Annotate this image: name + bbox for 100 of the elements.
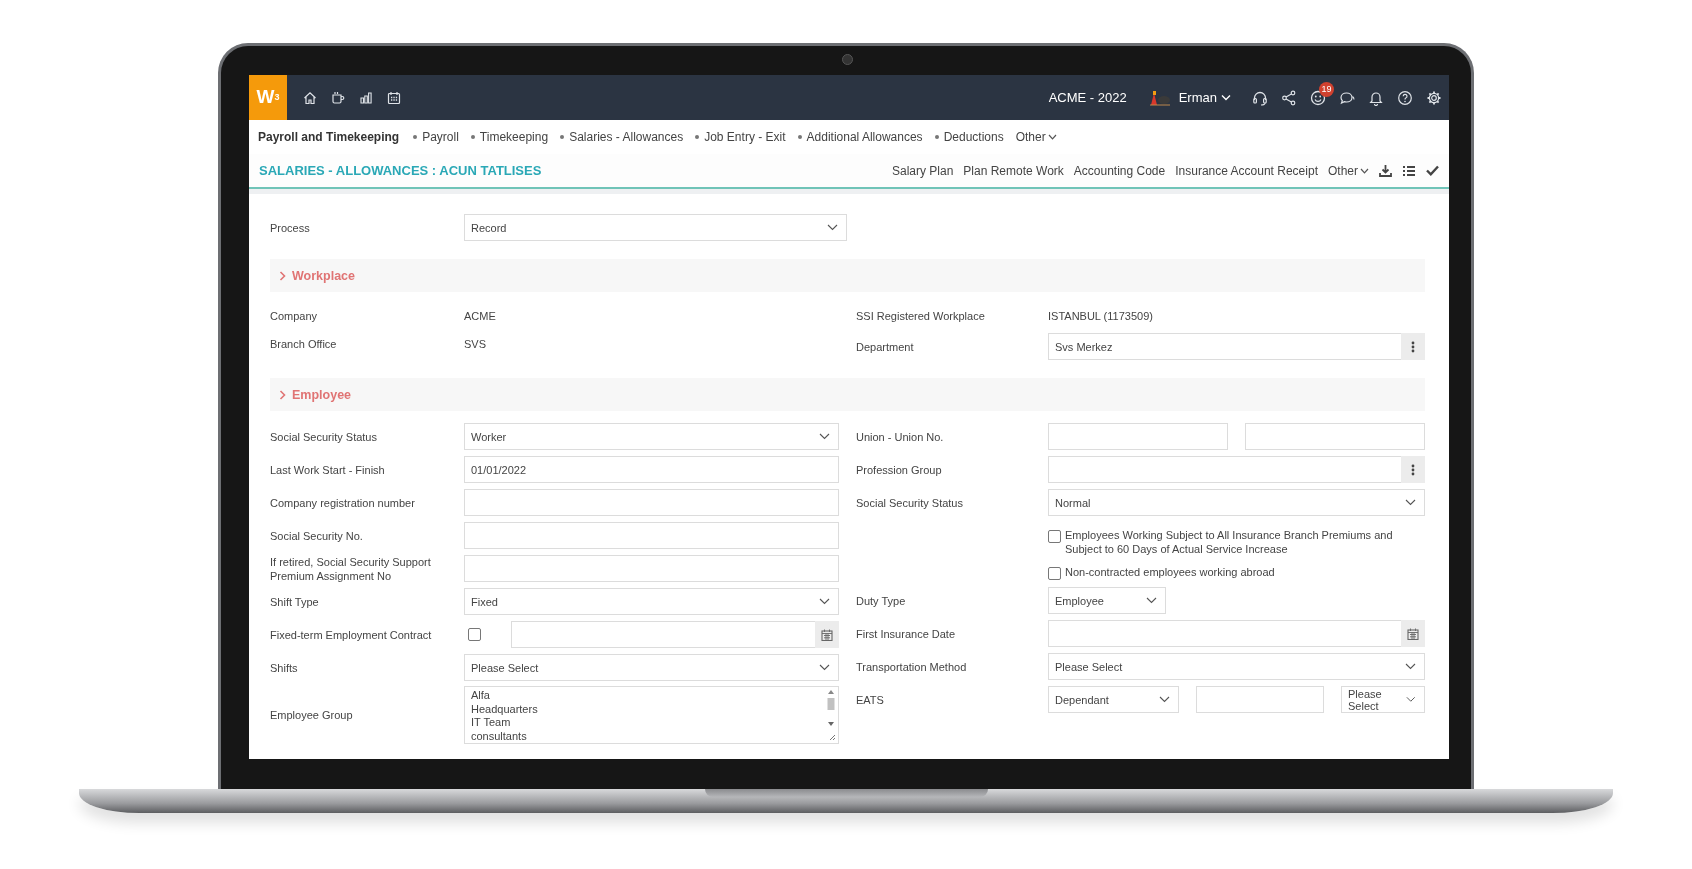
more-menu[interactable]: Other [1328, 163, 1369, 178]
chat-icon[interactable] [1339, 89, 1355, 106]
nav-link[interactable]: Timekeeping [470, 130, 549, 144]
calendar-icon[interactable] [387, 90, 401, 105]
settings-icon[interactable] [1426, 89, 1442, 106]
calendar-button[interactable] [1401, 620, 1425, 647]
chevron-right-icon [279, 270, 286, 281]
field-label: Last Work Start - Finish [270, 462, 386, 477]
bell-icon[interactable] [1368, 89, 1384, 106]
field-label: Duty Type [856, 593, 907, 608]
checkbox[interactable] [1048, 567, 1061, 580]
action-link[interactable]: Salary Plan [891, 163, 954, 178]
field-label: EATS [856, 692, 885, 707]
checkbox-label: Non-contracted employees working abroad [1065, 566, 1275, 580]
input-field[interactable] [464, 489, 839, 516]
company-year: ACME - 2022 [1048, 90, 1127, 105]
kebab-icon [1411, 463, 1415, 476]
share-icon[interactable] [1281, 89, 1297, 106]
action-link[interactable]: Insurance Account Receipt [1175, 163, 1318, 178]
chevron-down-icon [1406, 696, 1416, 703]
field-label: Social Security No. [270, 528, 364, 543]
help-icon[interactable] [1397, 89, 1413, 106]
field-label: Union - Union No. [856, 429, 945, 444]
select-field[interactable]: Please Select [464, 654, 839, 681]
field-value: SVS [464, 338, 486, 350]
date-field[interactable] [511, 621, 815, 648]
nav-link[interactable]: Additional Allowances [797, 130, 923, 144]
select-field[interactable]: Normal [1048, 489, 1425, 516]
checkbox-label: Employees Working Subject to All Insurance Branch Premiums and Subject to 60 Days of Actual Service Increase [1065, 529, 1394, 556]
field-label: Social Security Status [856, 495, 964, 510]
list-option[interactable]: Alfa [471, 689, 538, 703]
list-option[interactable]: IT Team [471, 716, 538, 730]
input-field[interactable] [1048, 423, 1228, 450]
chevron-down-icon [827, 224, 838, 231]
chevron-down-icon [819, 598, 830, 605]
checkbox[interactable] [468, 628, 481, 641]
field-value: ACME [464, 310, 496, 322]
chevron-down-icon [1221, 94, 1231, 101]
field-label: First Insurance Date [856, 626, 957, 641]
select-field[interactable]: Please Select [1048, 653, 1425, 680]
input-field[interactable] [1245, 423, 1425, 450]
select-field[interactable]: Fixed [464, 588, 839, 615]
checkmark-icon[interactable] [1426, 165, 1439, 176]
nav-link[interactable]: Deductions [934, 130, 1004, 144]
input-field[interactable] [464, 522, 839, 549]
select-field[interactable]: Dependant [1048, 686, 1179, 713]
action-link[interactable]: Accounting Code [1073, 163, 1166, 178]
list-option[interactable]: Headquarters [471, 702, 538, 716]
scrollbar[interactable] [826, 688, 836, 728]
headset-icon[interactable] [1252, 89, 1268, 106]
chevron-down-icon [819, 664, 830, 671]
field-label: Company [270, 309, 319, 323]
list-box[interactable]: Alfa Headquarters IT Team consultants [464, 686, 839, 744]
user-menu[interactable]: Erman [1178, 90, 1231, 105]
nav-link[interactable]: Salaries - Allowances [560, 130, 684, 144]
more-menu[interactable]: Other [1015, 130, 1057, 144]
select-field[interactable]: Record [464, 214, 847, 241]
input-field[interactable] [464, 555, 839, 582]
page-title: SALARIES - ALLOWANCES : ACUN TATLISES [259, 163, 542, 178]
field-label: Process [270, 220, 311, 235]
chevron-down-icon [1047, 134, 1057, 140]
bar-chart-icon[interactable] [359, 90, 373, 105]
cup-icon[interactable] [331, 90, 345, 105]
calendar-button[interactable] [815, 621, 839, 648]
input-field[interactable] [1048, 456, 1401, 483]
resize-grip-icon[interactable] [828, 733, 836, 741]
calendar-icon [1407, 627, 1419, 640]
field-label: Branch Office [270, 337, 338, 351]
chevron-down-icon [1158, 696, 1170, 703]
module-title[interactable]: Payroll and Timekeeping [258, 130, 400, 144]
list-option[interactable]: consultants [471, 729, 538, 743]
field-label: Department [856, 339, 915, 354]
chevron-down-icon [1146, 597, 1157, 604]
field-label: Fixed-term Employment Contract [270, 627, 433, 642]
chevron-down-icon [819, 433, 830, 440]
input-field[interactable] [1195, 686, 1324, 713]
select-field[interactable]: Please Select [1341, 686, 1425, 713]
notification-badge: 19 [1319, 81, 1334, 97]
input-field[interactable]: 01/01/2022 [464, 456, 839, 483]
input-field[interactable] [1048, 620, 1401, 647]
field-label: Company registration number [270, 495, 416, 510]
select-field[interactable]: Employee [1048, 587, 1166, 614]
nav-link[interactable]: Payroll [413, 130, 459, 144]
checkbox[interactable] [1048, 530, 1061, 543]
select-field[interactable]: Worker [464, 423, 839, 450]
field-label: Employee Group [270, 708, 354, 722]
home-icon[interactable] [303, 90, 317, 105]
chevron-down-icon [1360, 167, 1369, 174]
chevron-down-icon [1405, 663, 1416, 670]
avatar-icon [1147, 89, 1172, 106]
chevron-down-icon [1405, 499, 1416, 506]
field-label: Social Security Status [270, 429, 378, 444]
download-icon[interactable] [1379, 164, 1392, 177]
camera-dot [842, 54, 853, 65]
field-label: SSI Registered Workplace [856, 309, 986, 323]
nav-link[interactable]: Job Entry - Exit [695, 130, 786, 144]
list-icon[interactable] [1402, 164, 1416, 177]
input-field[interactable]: Svs Merkez [1048, 333, 1401, 360]
kebab-icon [1411, 340, 1415, 353]
action-link[interactable]: Plan Remote Work [963, 163, 1064, 178]
